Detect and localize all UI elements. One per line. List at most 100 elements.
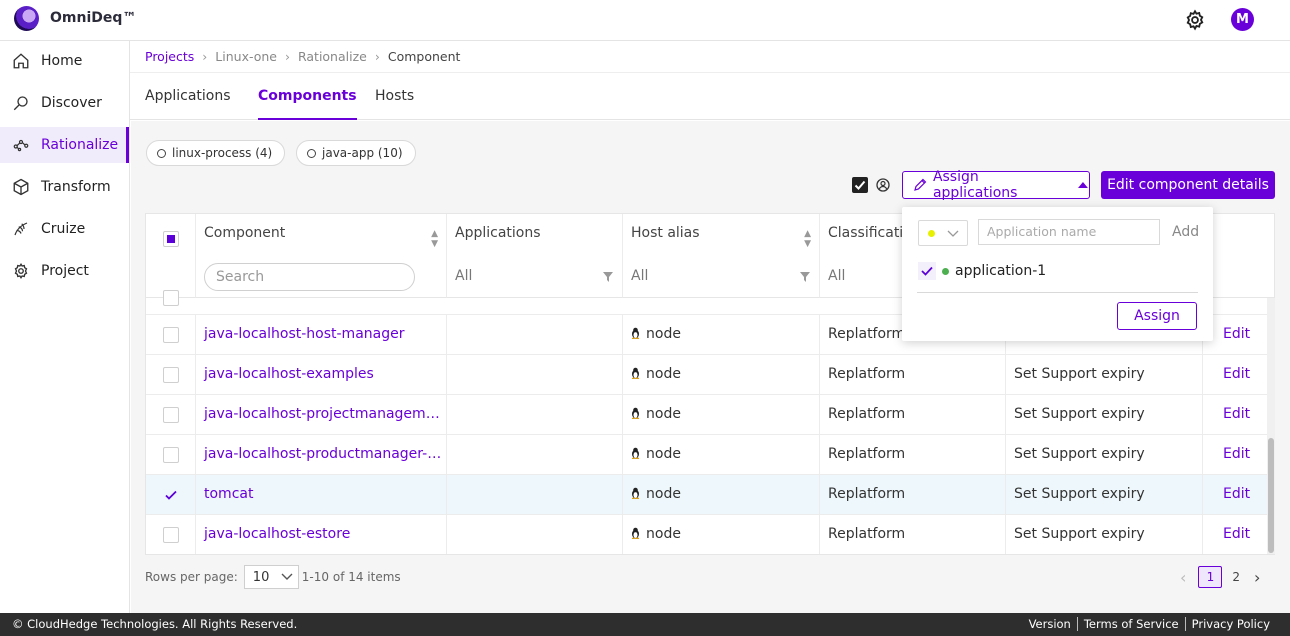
home-icon (13, 53, 29, 69)
row-checkbox[interactable] (163, 367, 179, 383)
edit-row-link[interactable]: Edit (1203, 435, 1268, 475)
user-circle-icon[interactable] (876, 178, 890, 192)
chevron-left-icon[interactable]: ‹ (1180, 568, 1186, 587)
component-link[interactable]: java-localhost-productmanager-0... (196, 435, 447, 475)
application-name-input[interactable]: Application name (978, 219, 1160, 245)
component-link[interactable]: java-localhost-examples (196, 355, 447, 395)
assign-button[interactable]: Assign (1117, 302, 1197, 330)
settings-gear-icon[interactable] (1184, 9, 1206, 31)
row-checkbox[interactable] (163, 407, 179, 423)
user-avatar[interactable]: M (1231, 8, 1254, 31)
table-row[interactable]: java-localhost-productmanager-0... node Re… (146, 435, 1268, 475)
set-support-expiry-link[interactable]: Set Support expiry (1006, 355, 1203, 395)
host-alias-cell: node (623, 435, 820, 475)
add-application-button[interactable]: Add (1172, 224, 1199, 240)
sidebar-item-transform[interactable]: Transform (0, 169, 129, 205)
filter-chip-linux-process[interactable]: linux-process (4) (146, 140, 286, 166)
set-support-expiry-link[interactable]: Set Support expiry (1006, 435, 1203, 475)
top-bar: OmniDeq™ M (0, 0, 1290, 41)
rows-per-page-select[interactable]: 10 (243, 565, 299, 589)
chip-label: java-app (10) (322, 146, 403, 160)
status-dot-icon (942, 267, 949, 275)
header-host-alias[interactable]: Host alias ▲ ▼ (623, 214, 820, 256)
row-checkbox[interactable] (163, 327, 179, 343)
edit-row-link[interactable]: Edit (1203, 355, 1268, 395)
edit-row-link[interactable]: Edit (1203, 395, 1268, 435)
component-link[interactable]: tomcat (196, 475, 447, 515)
breadcrumb-linux-one[interactable]: Linux-one (215, 49, 277, 64)
table-row[interactable]: java-localhost-estore node Replatform Set S… (146, 515, 1268, 554)
applications-cell (447, 355, 623, 395)
footer-link-version[interactable]: Version (1023, 617, 1077, 631)
table-scrollbar-thumb[interactable] (1268, 438, 1274, 553)
classification-cell: Replatform (820, 435, 1006, 475)
applications-cell (447, 315, 623, 355)
host-alias-cell: node (623, 355, 820, 395)
set-support-expiry-link[interactable]: Set Support expiry (1006, 515, 1203, 554)
select-toggle-checkbox[interactable] (852, 177, 868, 193)
row-select-cell (146, 315, 196, 355)
footer-link-privacy[interactable]: Privacy Policy (1184, 617, 1276, 631)
breadcrumb-projects[interactable]: Projects (145, 49, 194, 64)
page-1-button[interactable]: 1 (1198, 566, 1223, 588)
breadcrumb-rationalize[interactable]: Rationalize (298, 49, 367, 64)
component-link[interactable]: java-localhost-host-manager (196, 315, 447, 355)
page-2-button[interactable]: 2 (1232, 570, 1240, 584)
sidebar-item-home[interactable]: Home (0, 43, 129, 79)
check-icon[interactable] (918, 262, 936, 280)
sidebar-item-discover[interactable]: Discover (0, 85, 129, 121)
omnideq-logo-icon[interactable] (14, 6, 39, 31)
filter-applications[interactable]: All (447, 256, 623, 298)
pencil-icon (914, 178, 927, 191)
check-icon[interactable] (163, 487, 179, 503)
discover-icon (13, 96, 28, 111)
row-checkbox[interactable] (163, 290, 179, 306)
filter-host-alias[interactable]: All (623, 256, 820, 298)
chevron-down-icon (281, 573, 293, 580)
host-alias-label: node (646, 406, 681, 422)
table-row[interactable]: java-localhost-projectmanageme... node Rep… (146, 395, 1268, 435)
set-support-expiry-link[interactable]: Set Support expiry (1006, 475, 1203, 515)
applications-cell (447, 515, 623, 554)
filter-funnel-icon[interactable] (800, 272, 810, 282)
tab-applications[interactable]: Applications (145, 73, 231, 120)
edit-row-link[interactable]: Edit (1203, 515, 1268, 554)
sidebar-item-project[interactable]: Project (0, 253, 129, 289)
component-search-input[interactable]: Search (204, 263, 415, 291)
table-row[interactable]: tomcat node Replatform Set Support expiry Ed… (146, 475, 1268, 515)
header-component[interactable]: Component ▲ ▼ (196, 214, 447, 256)
rows-per-page: Rows per page: 10 1-10 of 14 items (145, 565, 401, 589)
tab-components[interactable]: Components (258, 73, 357, 120)
rationalize-icon (13, 139, 29, 152)
row-checkbox[interactable] (163, 527, 179, 543)
application-option[interactable]: application-1 (918, 259, 1046, 283)
sidebar-item-label: Project (41, 263, 89, 279)
transform-icon (13, 178, 29, 196)
edit-row-link[interactable]: Edit (1203, 475, 1268, 515)
rows-per-page-label: Rows per page: (145, 570, 238, 584)
sidebar-item-cruize[interactable]: Cruize (0, 211, 129, 247)
check-icon (854, 180, 866, 190)
chevron-right-icon[interactable]: › (1254, 568, 1260, 587)
sort-icon[interactable]: ▲ ▼ (804, 214, 811, 249)
table-row[interactable]: java-localhost-examples node Replatform Set… (146, 355, 1268, 395)
tab-hosts[interactable]: Hosts (375, 73, 414, 120)
filter-funnel-icon[interactable] (603, 272, 613, 282)
component-link[interactable]: java-localhost-estore (196, 515, 447, 554)
assign-applications-label: Assign applications (932, 169, 1018, 201)
assign-applications-button[interactable]: Assign applications (902, 169, 1090, 201)
sidebar-item-rationalize[interactable]: Rationalize (0, 127, 129, 163)
filter-chip-java-app[interactable]: java-app (10) (296, 140, 416, 166)
component-link[interactable]: java-localhost-projectmanageme... (196, 395, 447, 435)
set-support-expiry-link[interactable]: Set Support expiry (1006, 395, 1203, 435)
sidebar-item-label: Home (41, 53, 83, 69)
app-color-select[interactable] (918, 220, 968, 246)
row-checkbox[interactable] (163, 447, 179, 463)
select-all-checkbox[interactable] (163, 231, 179, 247)
linux-tux-icon (632, 327, 639, 339)
footer-link-terms[interactable]: Terms of Service (1076, 617, 1185, 631)
edit-component-details-button[interactable]: Edit component details (1101, 171, 1275, 199)
assign-applications-popover: Application name Add application-1 Assig… (902, 207, 1213, 341)
sort-icon[interactable]: ▲ ▼ (431, 214, 438, 249)
host-alias-label: node (646, 366, 681, 382)
